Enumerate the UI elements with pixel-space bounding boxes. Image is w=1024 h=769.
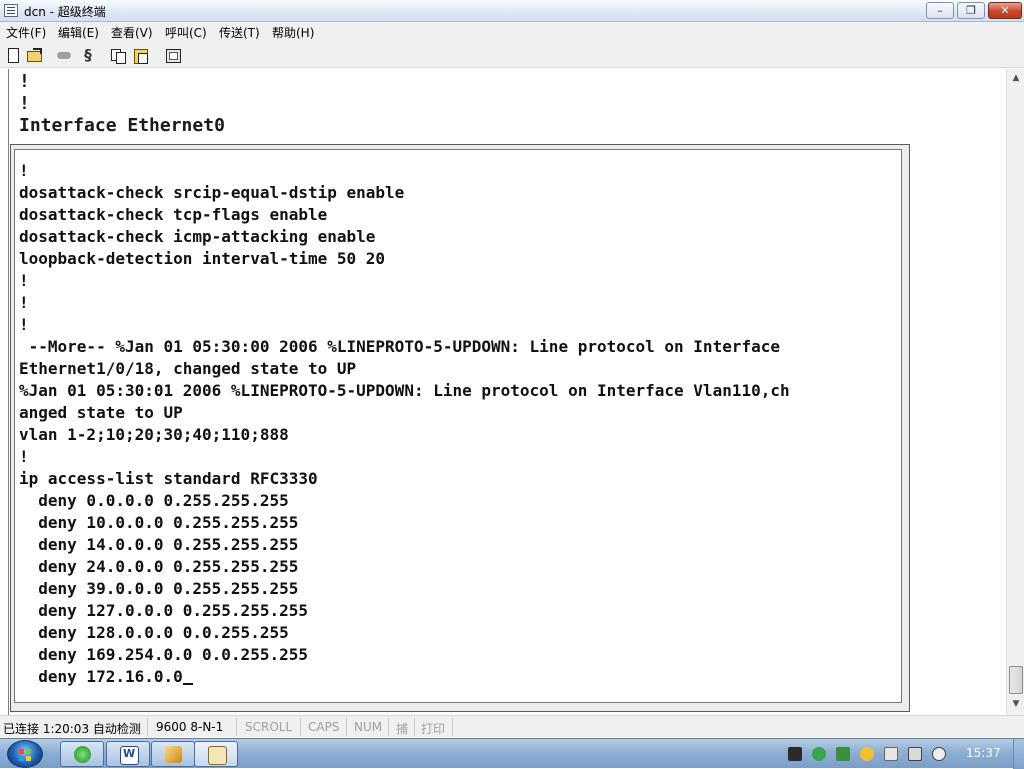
- embedded-terminal-screen: ! dosattack-check srcip-equal-dstip enab…: [14, 149, 902, 703]
- show-desktop-button[interactable]: [1013, 739, 1024, 769]
- start-button[interactable]: [7, 740, 43, 768]
- volume-icon[interactable]: [932, 747, 946, 761]
- menu-view[interactable]: 查看(V): [111, 24, 153, 41]
- tray-film-icon[interactable]: [788, 747, 802, 761]
- inner-terminal-line: deny 10.0.0.0 0.255.255.255: [19, 513, 299, 532]
- properties-icon[interactable]: §: [79, 46, 97, 64]
- print-indicator: 打印: [421, 722, 446, 736]
- connection-status: 已连接 1:20:03 自动检测: [3, 722, 141, 736]
- embedded-terminal-window: ! dosattack-check srcip-equal-dstip enab…: [10, 144, 910, 712]
- hang-up-icon[interactable]: [55, 46, 73, 64]
- num-lock-indicator: NUM: [354, 720, 383, 734]
- inner-terminal-line: !: [19, 315, 29, 334]
- close-button[interactable]: ✕: [988, 2, 1022, 19]
- scroll-down-arrow-icon[interactable]: ▼: [1009, 697, 1023, 711]
- toolbar: §: [0, 42, 1024, 68]
- capture-indicator: 捕: [396, 722, 409, 736]
- menu-file[interactable]: 文件(F): [6, 24, 46, 41]
- status-divider: [414, 718, 415, 736]
- inner-terminal-line: !: [19, 447, 29, 466]
- inner-terminal-line: ip access-list standard RFC3330: [19, 469, 318, 488]
- settings-icon[interactable]: [164, 46, 182, 64]
- status-divider: [346, 718, 347, 736]
- inner-terminal-line: --More-- %Jan 01 05:30:00 2006 %LINEPROT…: [19, 337, 780, 356]
- minimize-button[interactable]: –: [926, 2, 954, 19]
- scroll-up-arrow-icon[interactable]: ▲: [1009, 71, 1023, 85]
- scrollbar-thumb[interactable]: [1009, 666, 1023, 694]
- title-bar: dcn - 超级终端 – ❐ ✕: [0, 0, 1024, 22]
- paste-icon[interactable]: [132, 46, 150, 64]
- tray-shield-icon[interactable]: [836, 747, 850, 761]
- menu-transfer[interactable]: 传送(T): [219, 24, 260, 41]
- status-divider: [452, 718, 453, 736]
- inner-terminal-last-line: deny 172.16.0.0: [19, 666, 193, 688]
- inner-terminal-line: deny 24.0.0.0 0.255.255.255: [19, 557, 299, 576]
- window-title: dcn - 超级终端: [24, 5, 106, 19]
- inner-terminal-line: deny 172.16.0.0: [19, 667, 183, 686]
- terminal-line: !: [19, 93, 30, 114]
- tray-device-icon[interactable]: [884, 747, 898, 761]
- inner-terminal-line: deny 128.0.0.0 0.0.255.255: [19, 623, 289, 642]
- inner-terminal-line: !: [19, 271, 29, 290]
- status-divider: [388, 718, 389, 736]
- tray-network-icon[interactable]: [812, 747, 826, 761]
- vertical-scrollbar[interactable]: ▲ ▼: [1006, 69, 1024, 715]
- tray-app-icon[interactable]: [860, 747, 874, 761]
- inner-terminal-line: %Jan 01 05:30:01 2006 %LINEPROTO-5-UPDOW…: [19, 381, 790, 400]
- inner-terminal-line: loopback-detection interval-time 50 20: [19, 249, 386, 268]
- terminal-line: Interface Ethernet0: [19, 115, 225, 136]
- clock[interactable]: 15:37: [966, 746, 1001, 760]
- status-divider: [236, 718, 237, 736]
- menu-edit[interactable]: 编辑(E): [58, 24, 99, 41]
- inner-terminal-line: !: [19, 293, 29, 312]
- inner-terminal-line: !: [19, 161, 29, 180]
- inner-terminal-line: deny 169.254.0.0 0.0.255.255: [19, 645, 308, 664]
- tray-flag-icon[interactable]: [908, 747, 922, 761]
- status-divider: [147, 718, 148, 736]
- word-icon[interactable]: [106, 741, 150, 767]
- status-bar: 已连接 1:20:03 自动检测 9600 8-N-1 SCROLL CAPS …: [0, 715, 1024, 737]
- restore-button[interactable]: ❐: [957, 2, 985, 19]
- inner-terminal-line: dosattack-check tcp-flags enable: [19, 205, 328, 224]
- menu-help[interactable]: 帮助(H): [272, 24, 314, 41]
- terminal-line: !: [19, 71, 30, 92]
- copy-icon[interactable]: [109, 46, 127, 64]
- internet-explorer-icon[interactable]: [60, 741, 104, 767]
- inner-terminal-line: Ethernet1/0/18, changed state to UP: [19, 359, 357, 378]
- inner-terminal-line: deny 0.0.0.0 0.255.255.255: [19, 491, 289, 510]
- inner-terminal-line: deny 127.0.0.0 0.255.255.255: [19, 601, 308, 620]
- caps-lock-indicator: CAPS: [308, 720, 340, 734]
- inner-terminal-line: dosattack-check icmp-attacking enable: [19, 227, 376, 246]
- new-file-icon[interactable]: [4, 46, 22, 64]
- inner-terminal-line: anged state to UP: [19, 403, 183, 422]
- open-folder-icon[interactable]: [25, 46, 43, 64]
- inner-terminal-line: dosattack-check srcip-equal-dstip enable: [19, 183, 405, 202]
- scroll-lock-indicator: SCROLL: [245, 720, 293, 734]
- menu-call[interactable]: 呼叫(C): [165, 24, 207, 41]
- hyperterminal-app-icon[interactable]: [4, 4, 18, 17]
- inner-terminal-line: vlan 1-2;10;20;30;40;110;888: [19, 425, 289, 444]
- status-divider: [300, 718, 301, 736]
- menu-bar: 文件(F) 编辑(E) 查看(V) 呼叫(C) 传送(T) 帮助(H): [0, 22, 1024, 42]
- app-icon[interactable]: [151, 741, 195, 767]
- port-settings: 9600 8-N-1: [156, 720, 224, 734]
- taskbar: 15:37: [0, 738, 1024, 769]
- inner-terminal-line: deny 39.0.0.0 0.255.255.255: [19, 579, 299, 598]
- inner-terminal-line: deny 14.0.0.0 0.255.255.255: [19, 535, 299, 554]
- text-cursor: [182, 683, 193, 685]
- hyperterminal-icon[interactable]: [194, 741, 238, 767]
